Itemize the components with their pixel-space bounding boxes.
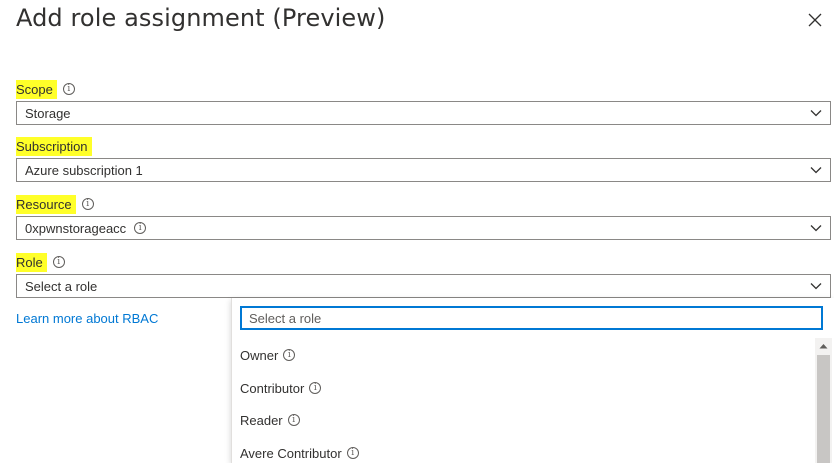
role-value: Select a role	[25, 278, 98, 294]
panel-title: Add role assignment (Preview)	[16, 4, 386, 32]
info-icon[interactable]: i	[309, 382, 322, 394]
role-label-row: Role i	[16, 252, 65, 272]
resource-label-row: Resource i	[16, 194, 94, 214]
close-icon	[808, 13, 822, 27]
chevron-down-icon	[810, 167, 822, 174]
add-role-assignment-panel: Add role assignment (Preview) Scope i St…	[0, 0, 834, 463]
role-option-reader[interactable]: Reader i	[232, 406, 815, 434]
close-button[interactable]	[804, 9, 826, 31]
role-select[interactable]: Select a role	[16, 274, 831, 298]
chevron-up-icon	[819, 344, 828, 349]
resource-info-icon[interactable]: i	[81, 198, 94, 210]
scope-info-icon[interactable]: i	[62, 83, 75, 95]
role-option-label: Avere Contributor	[240, 445, 342, 461]
chevron-down-icon	[810, 225, 822, 232]
learn-more-rbac-link[interactable]: Learn more about RBAC	[16, 311, 158, 326]
role-option-label: Owner	[240, 347, 279, 363]
dropdown-scrollbar[interactable]	[815, 338, 832, 463]
subscription-label-row: Subscription	[16, 136, 92, 156]
chevron-down-icon	[810, 110, 822, 117]
info-icon[interactable]: i	[283, 349, 296, 361]
subscription-select[interactable]: Azure subscription 1	[16, 158, 831, 182]
scope-select[interactable]: Storage	[16, 101, 831, 125]
role-label: Role	[16, 252, 47, 272]
scrollbar-thumb[interactable]	[817, 355, 830, 463]
scope-value: Storage	[25, 105, 71, 121]
scope-label: Scope	[16, 79, 57, 99]
info-icon[interactable]: i	[346, 447, 359, 459]
role-option-label: Contributor	[240, 380, 305, 396]
role-option-label: Reader	[240, 412, 283, 428]
resource-label: Resource	[16, 194, 76, 214]
scope-label-row: Scope i	[16, 79, 75, 99]
subscription-label: Subscription	[16, 136, 92, 156]
resource-value: 0xpwnstorageacc	[25, 220, 127, 236]
role-dropdown: Owner i Contributor i Reader i Avere Con…	[231, 298, 834, 463]
chevron-down-icon	[810, 283, 822, 290]
resource-select[interactable]: 0xpwnstorageacc i	[16, 216, 831, 240]
scroll-up-button[interactable]	[815, 338, 832, 354]
resource-value-info-icon[interactable]: i	[134, 222, 147, 234]
role-option-contributor[interactable]: Contributor i	[232, 374, 815, 402]
role-search-input[interactable]	[240, 306, 823, 330]
info-icon[interactable]: i	[287, 414, 300, 426]
role-option-owner[interactable]: Owner i	[232, 341, 815, 369]
role-option-avere-contributor[interactable]: Avere Contributor i	[232, 439, 815, 463]
subscription-value: Azure subscription 1	[25, 162, 143, 178]
role-info-icon[interactable]: i	[52, 256, 65, 268]
